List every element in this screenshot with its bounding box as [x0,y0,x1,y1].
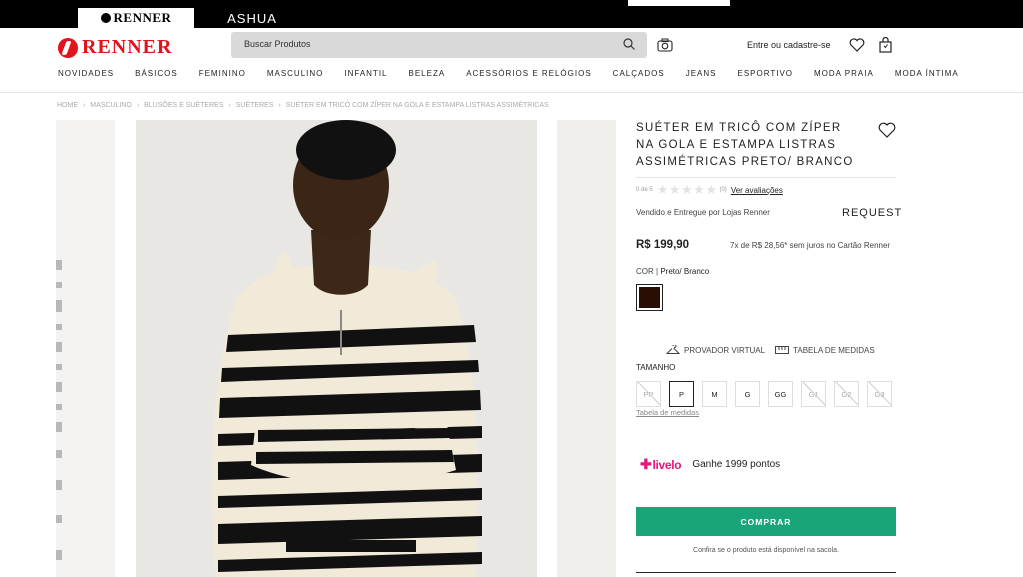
star-icon: ★ [656,182,669,197]
search-placeholder: Buscar Produtos [244,39,311,49]
bottom-divider [636,572,896,573]
search-icon[interactable] [623,38,635,50]
product-title: SUÉTER EM TRICÔ COM ZÍPER NA GOLA E ESTA… [636,122,854,168]
seller-info: Vendido e Entregue por Lojas Renner [636,208,770,217]
virtual-fitter-label: PROVADOR VIRTUAL [684,345,766,355]
camera-search-icon[interactable] [657,38,673,52]
star-icon: ★ [681,182,693,197]
hanger-icon [666,345,680,354]
size-chart-label: TABELA DE MEDIDAS [793,345,875,355]
rating-stars: ★★★★★ [657,182,718,198]
logo-text: RENNER [82,36,173,58]
nav-item-feminino[interactable]: FEMININO [199,69,246,83]
brand-tab-ashua[interactable]: ASHUA [227,8,276,28]
color-swatch-preto-branco[interactable] [636,284,663,311]
size-tools: PROVADOR VIRTUAL TABELA DE MEDIDAS [666,345,885,355]
breadcrumb-home[interactable]: HOME [57,102,78,109]
renner-logo-icon [58,37,78,58]
nav-item-basicos[interactable]: BÁSICOS [135,69,178,83]
product-price: R$ 199,90 [636,239,690,251]
nav-item-novidades[interactable]: NOVIDADES [58,69,114,83]
breadcrumb-separator: › [82,102,86,109]
livelo-points: ✚ livelo Ganhe 1999 pontos [640,456,780,473]
nav-item-infantil[interactable]: INFANTIL [344,69,387,83]
size-option-m[interactable]: M [702,381,727,407]
size-label: TAMANHO [636,363,676,372]
topbar-notice [628,0,730,6]
rating-count: (0) [719,187,727,193]
login-link[interactable]: Entre ou cadastre-se [747,40,831,50]
size-selector: PP P M G GG G1 G2 G3 [636,381,900,407]
breadcrumb-sueteres[interactable]: SUÉTERES [236,102,274,109]
livelo-brand: livelo [652,457,682,472]
shopping-bag-icon[interactable] [878,37,893,53]
breadcrumb-blusoes[interactable]: BLUSÕES E SUÉTERES [144,102,223,109]
sweater-stripes-image [56,260,62,560]
color-label: COR | Preto/ Branco [636,267,709,276]
gallery-thumb-right[interactable] [557,120,616,577]
favorite-heart-icon[interactable] [878,122,896,138]
top-brand-bar: RENNER ASHUA [0,0,1023,28]
virtual-fitter-button[interactable]: PROVADOR VIRTUAL [666,345,765,355]
main-nav: NOVIDADES BÁSICOS FEMININO MASCULINO INF… [58,69,958,83]
breadcrumb-separator: › [136,102,140,109]
size-option-p[interactable]: P [669,381,694,407]
nav-item-calcados[interactable]: CALÇADOS [613,69,665,83]
size-option-g[interactable]: G [735,381,760,407]
size-option-g1[interactable]: G1 [801,381,826,407]
buy-button[interactable]: COMPRAR [636,507,896,536]
size-chart-button[interactable]: TABELA DE MEDIDAS [775,345,875,355]
renner-logo[interactable]: RENNER [58,36,172,59]
nav-item-acessorios[interactable]: ACESSÓRIOS E RELÓGIOS [466,69,591,83]
breadcrumb-masculino[interactable]: MASCULINO [90,102,132,109]
nav-item-jeans[interactable]: JEANS [686,69,717,83]
livelo-plus-icon: ✚ [640,456,652,472]
product-main-image[interactable] [136,120,537,577]
size-option-g2[interactable]: G2 [834,381,859,407]
breadcrumb: HOME › MASCULINO › BLUSÕES E SUÉTERES › … [57,102,552,109]
size-option-gg[interactable]: GG [768,381,793,407]
nav-item-esportivo[interactable]: ESPORTIVO [737,69,793,83]
breadcrumb-current: SUÉTER EM TRICÔ COM ZÍPER NA GOLA E ESTA… [285,102,549,109]
wishlist-heart-icon[interactable] [849,38,865,52]
brand-tab-renner-label: RENNER [113,10,172,25]
gallery-thumb-left[interactable] [56,120,115,577]
color-label-prefix: COR | [636,267,659,276]
brand-tab-renner[interactable]: RENNER [78,8,194,28]
seller-brand[interactable]: REQUEST [842,207,902,219]
rating-row: 0 de 5 ★★★★★ (0) Ver avaliações [636,182,783,198]
site-header: RENNER Buscar Produtos Entre ou cadastre… [0,28,1023,64]
nav-item-beleza[interactable]: BELEZA [409,69,446,83]
livelo-points-text: Ganhe 1999 pontos [692,459,781,470]
star-icon: ★ [693,182,705,197]
search-input[interactable]: Buscar Produtos [231,32,647,58]
star-icon: ★ [668,182,681,197]
swatch-fill [639,287,660,308]
view-reviews-link[interactable]: Ver avaliações [731,186,783,195]
size-table-link[interactable]: Tabela de medidas [636,408,699,417]
nav-divider [0,92,1023,93]
renner-mark-icon [100,13,111,23]
product-details: SUÉTER EM TRICÔ COM ZÍPER NA GOLA E ESTA… [636,120,898,171]
buy-note: Confira se o produto está disponível na … [693,547,839,554]
nav-item-masculino[interactable]: MASCULINO [267,69,324,83]
breadcrumb-separator: › [228,102,231,109]
nav-item-moda-praia[interactable]: MODA PRAIA [814,69,874,83]
rating-text: 0 de 5 [636,187,653,193]
ruler-icon [775,346,790,354]
model-wearing-sweater-image [136,120,537,577]
breadcrumb-separator: › [278,102,281,109]
livelo-logo: ✚ livelo [640,456,682,473]
size-option-pp[interactable]: PP [636,381,661,407]
title-divider [636,177,896,178]
installments-info: 7x de R$ 28,56* sem juros no Cartão Renn… [730,241,891,250]
nav-item-moda-intima[interactable]: MODA ÍNTIMA [895,69,959,83]
size-option-g3[interactable]: G3 [867,381,892,407]
color-value: Preto/ Branco [660,267,710,276]
star-icon: ★ [705,182,717,197]
